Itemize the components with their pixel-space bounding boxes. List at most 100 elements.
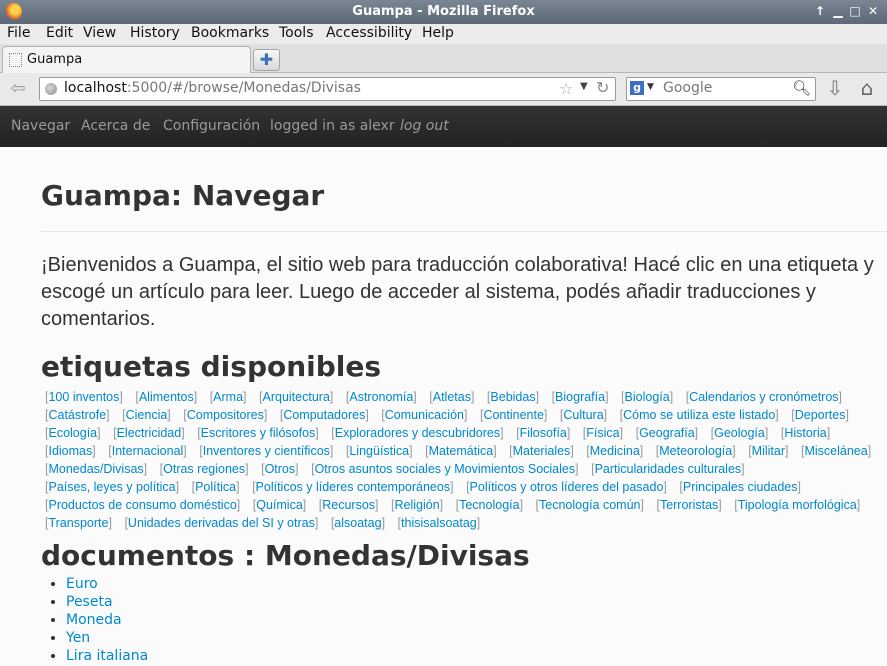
tag-link[interactable]: Lingüística (346, 444, 413, 458)
tag-link[interactable]: Idiomas (45, 444, 96, 458)
download-icon[interactable]: ⇩ (824, 77, 846, 99)
tag-link[interactable]: Militar (748, 444, 788, 458)
tag-link[interactable]: Transporte (45, 516, 112, 530)
menu-view[interactable]: View (83, 25, 116, 41)
tag-link[interactable]: Continente (480, 408, 547, 422)
tag-link[interactable]: Alimentos (135, 390, 197, 404)
tag-link[interactable]: Computadores (280, 408, 369, 422)
nav-log-out[interactable]: log out (400, 118, 449, 134)
document-link[interactable]: Lira italiana (66, 648, 148, 664)
menu-accessibility[interactable]: Accessibility (326, 25, 412, 41)
arrow-up-icon[interactable]: ↑ (812, 3, 828, 19)
tag-link[interactable]: Terroristas (656, 498, 721, 512)
tag-link[interactable]: Comunicación (381, 408, 467, 422)
tag-link[interactable]: Cultura (560, 408, 607, 422)
menu-file[interactable]: File (7, 25, 30, 41)
tag-link[interactable]: Calendarios y cronómetros (686, 390, 842, 404)
tag-link[interactable]: Electricidad (113, 426, 185, 440)
tag-link[interactable]: Internacional (108, 444, 187, 458)
nav-acerca-de[interactable]: Acerca de (81, 118, 150, 134)
tag-link[interactable]: Catástrofe (45, 408, 110, 422)
site-navbar: Navegar Acerca de Configuración logged i… (0, 106, 887, 147)
tag-link[interactable]: Otros asuntos sociales y Movimientos Soc… (311, 462, 579, 476)
tag-link[interactable]: Recursos (319, 498, 379, 512)
tag-link[interactable]: Escritores y filósofos (197, 426, 319, 440)
tag-link[interactable]: Políticos y otros líderes del pasado (466, 480, 667, 494)
tag-link[interactable]: Política (192, 480, 240, 494)
nav-navegar[interactable]: Navegar (11, 118, 70, 134)
navigation-toolbar: ⇦ localhost:5000/#/browse/Monedas/Divisa… (0, 73, 887, 106)
tag-link[interactable]: Tecnología común (536, 498, 644, 512)
engine-dropdown-icon[interactable]: ▼ (647, 82, 654, 92)
tag-link[interactable]: Geografía (636, 426, 699, 440)
tag-link[interactable]: Exploradores y descubridores (331, 426, 503, 440)
tag-link[interactable]: Unidades derivadas del SI y otras (124, 516, 318, 530)
tag-link[interactable]: Atletas (429, 390, 474, 404)
tag-link[interactable]: alsoatag (331, 516, 385, 530)
tag-link[interactable]: Ciencia (122, 408, 171, 422)
tag-link[interactable]: Tecnología (456, 498, 523, 512)
menu-bookmarks[interactable]: Bookmarks (191, 25, 269, 41)
tag-list: 100 inventos Alimentos Arma Arquitectura… (45, 388, 885, 532)
tag-link[interactable]: Otras regiones (160, 462, 249, 476)
tag-link[interactable]: Cómo se utiliza este listado (620, 408, 779, 422)
tag-link[interactable]: Geología (711, 426, 769, 440)
tag-link[interactable]: Productos de consumo doméstico (45, 498, 240, 512)
document-link[interactable]: Moneda (66, 612, 122, 628)
tag-link[interactable]: Biografía (552, 390, 609, 404)
tag-link[interactable]: Monedas/Divisas (45, 462, 147, 476)
tab-guampa[interactable]: Guampa (2, 46, 251, 73)
menu-help[interactable]: Help (422, 25, 454, 41)
document-link[interactable]: Euro (66, 576, 98, 592)
bookmark-star-icon[interactable]: ☆ (559, 79, 573, 98)
menu-history[interactable]: History (130, 25, 180, 41)
maximize-icon[interactable]: □ (847, 3, 863, 19)
document-link[interactable]: Peseta (66, 594, 113, 610)
tag-link[interactable]: Química (253, 498, 307, 512)
tag-link[interactable]: Tipología morfológica (734, 498, 860, 512)
tag-link[interactable]: Materiales (509, 444, 574, 458)
tag-link[interactable]: Bebidas (487, 390, 539, 404)
tag-link[interactable]: Meteorología (656, 444, 736, 458)
tag-link[interactable]: Arquitectura (259, 390, 333, 404)
tag-link[interactable]: Ecología (45, 426, 101, 440)
tag-link[interactable]: Matemática (425, 444, 497, 458)
google-engine-icon[interactable]: g (630, 81, 644, 95)
tag-link[interactable]: Religión (391, 498, 443, 512)
minimize-icon[interactable]: ▁ (830, 3, 846, 19)
tag-link[interactable]: Principales ciudades (679, 480, 801, 494)
url-bar[interactable]: localhost:5000/#/browse/Monedas/Divisas … (39, 77, 616, 101)
menu-edit[interactable]: Edit (46, 25, 73, 41)
reload-icon[interactable]: ↻ (596, 78, 609, 97)
tag-link[interactable]: Arma (210, 390, 247, 404)
nav-configuracion[interactable]: Configuración (163, 118, 260, 134)
tag-link[interactable]: thisisalsoatag (398, 516, 481, 530)
tag-link[interactable]: Compositores (183, 408, 267, 422)
search-placeholder: Google (663, 80, 713, 96)
tag-link[interactable]: Historia (781, 426, 830, 440)
menu-tools[interactable]: Tools (279, 25, 314, 41)
tag-link[interactable]: Inventores y científicos (199, 444, 333, 458)
url-text[interactable]: localhost:5000/#/browse/Monedas/Divisas (64, 80, 361, 96)
tag-link[interactable]: Otros (261, 462, 299, 476)
tag-link[interactable]: Astronomía (346, 390, 417, 404)
back-button[interactable]: ⇦ (6, 77, 30, 101)
tag-link[interactable]: Biología (621, 390, 673, 404)
tag-link[interactable]: 100 inventos (45, 390, 123, 404)
search-icon[interactable]: 🔍︎ (792, 79, 811, 97)
tag-link[interactable]: Países, leyes y política (45, 480, 179, 494)
window-title: Guampa - Mozilla Firefox (352, 4, 535, 19)
close-icon[interactable]: ✕ (865, 3, 881, 19)
new-tab-button[interactable]: ✚ (253, 49, 280, 71)
tag-link[interactable]: Medicina (586, 444, 643, 458)
home-icon[interactable]: ⌂ (856, 77, 878, 99)
tag-link[interactable]: Particularidades culturales (591, 462, 745, 476)
document-link[interactable]: Yen (66, 630, 90, 646)
search-bar[interactable]: g ▼ Google 🔍︎ (626, 77, 816, 101)
tag-link[interactable]: Miscelánea (801, 444, 871, 458)
tag-link[interactable]: Políticos y líderes contemporáneos (252, 480, 454, 494)
tag-link[interactable]: Deportes (791, 408, 849, 422)
tag-link[interactable]: Filosofía (516, 426, 570, 440)
url-dropdown-icon[interactable]: ▼ (580, 81, 588, 92)
tag-link[interactable]: Física (583, 426, 623, 440)
